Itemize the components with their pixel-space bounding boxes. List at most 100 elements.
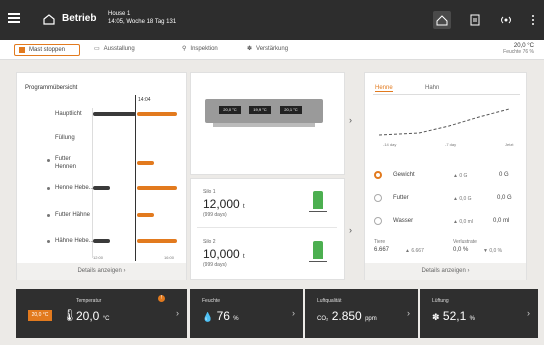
ausstallung-button[interactable]: ▭ Ausstallung bbox=[94, 45, 135, 53]
delta-wasser: ▲ 0,0 ml bbox=[453, 219, 473, 225]
truck-icon: ▭ bbox=[94, 46, 100, 52]
droplet-icon: 💧 bbox=[202, 312, 214, 322]
humidity-value: 💧 76 % bbox=[202, 309, 239, 323]
mortality-value: 0,0 % bbox=[453, 247, 469, 253]
program-overview-panel: Programmübersicht 14:04 Hauptlicht Füllu… bbox=[16, 72, 187, 280]
house-name: House 1 bbox=[108, 11, 131, 17]
row-dot bbox=[47, 214, 50, 217]
verstaerkung-button[interactable]: ✽ Verstärkung bbox=[247, 45, 288, 53]
tab-henne[interactable]: Henne bbox=[375, 85, 393, 92]
delta-futter: ▲ 0,0 G bbox=[453, 196, 472, 202]
weights-details-link[interactable]: Details anzeigen › bbox=[365, 268, 526, 274]
air-quality-label: Luftqualität bbox=[317, 298, 342, 304]
row-dot bbox=[47, 240, 50, 243]
thermometer-icon: 🌡 bbox=[62, 308, 78, 322]
animals-label: Tiere bbox=[374, 239, 386, 245]
value-wasser: 0,0 ml bbox=[493, 218, 510, 224]
animals-value: 6.667 bbox=[374, 247, 390, 253]
bar-futter-hennen bbox=[137, 161, 154, 165]
radio-wasser[interactable] bbox=[374, 217, 382, 225]
mortality-label: Verlustrate bbox=[453, 239, 477, 245]
more-icon[interactable] bbox=[524, 11, 542, 29]
air-quality-value: CO₂ 2.850 ppm bbox=[317, 309, 377, 323]
row-henne-hebe: Henne Hebe... bbox=[55, 185, 94, 191]
silo-chevron-icon[interactable]: › bbox=[349, 225, 352, 235]
program-details-link[interactable]: Details anzeigen › bbox=[17, 268, 186, 274]
scale-readout-1: 20,0 °C bbox=[219, 106, 241, 114]
stop-fattening-button[interactable]: Mast stoppen bbox=[14, 44, 80, 56]
value-gewicht: 0 G bbox=[499, 172, 509, 178]
label-futter: Futter bbox=[393, 195, 409, 201]
time-marker-line bbox=[135, 95, 136, 261]
value-futter: 0,0 G bbox=[497, 195, 512, 201]
page-title: Betrieb bbox=[62, 13, 97, 24]
ventilation-tile[interactable]: Lüftung ✽ 52,1 % › bbox=[420, 289, 538, 338]
chart-axis-0: -14 day bbox=[383, 142, 397, 147]
fan-icon: ✽ bbox=[247, 46, 253, 52]
row-hauptlicht: Hauptlicht bbox=[55, 111, 82, 117]
pin-icon: ⚲ bbox=[182, 46, 187, 52]
silo-2-name: Silo 2 bbox=[203, 239, 216, 245]
fan-icon: ✽ bbox=[432, 312, 440, 322]
temperature-value: 20,0 °C bbox=[76, 309, 110, 323]
house-info: House 1 14:05, Woche 18 Tag 131 bbox=[108, 10, 176, 26]
humidity-tile[interactable]: Feuchte 💧 76 % › bbox=[190, 289, 303, 338]
house-time: 14:05, Woche 18 Tag 131 bbox=[108, 19, 177, 25]
scale-chevron-icon[interactable]: › bbox=[349, 115, 352, 125]
silo-2-icon bbox=[313, 241, 323, 259]
menu-icon[interactable] bbox=[8, 13, 20, 23]
temperature-tile[interactable]: Temperatur 20,0 °C 🌡 20,0 °C ! › bbox=[16, 289, 187, 338]
label-gewicht: Gewicht bbox=[393, 172, 415, 178]
bar-futter-haehne bbox=[137, 213, 154, 217]
silo-panel[interactable]: Silo 1 12,000 t (999 days) Silo 2 10,000… bbox=[190, 178, 345, 280]
row-fuellung: Füllung bbox=[55, 135, 75, 141]
tab-dashboard-icon[interactable] bbox=[433, 11, 451, 29]
mortality-delta: ▼ 0,0 % bbox=[483, 248, 503, 254]
scale-readout-2: 19,9 °C bbox=[249, 106, 271, 114]
inspektion-button[interactable]: ⚲ Inspektion bbox=[182, 45, 218, 53]
temperature-label: Temperatur bbox=[76, 298, 102, 304]
home-icon bbox=[43, 14, 55, 25]
tab-signal-icon[interactable] bbox=[497, 11, 515, 29]
row-futter-haehne: Futter Hähne bbox=[55, 212, 91, 218]
axis-left: 12:00 bbox=[93, 255, 104, 260]
row-dot bbox=[47, 159, 50, 162]
chart-axis-1: -7 day bbox=[445, 142, 457, 147]
action-bar: Mast stoppen ▭ Ausstallung ⚲ Inspektion ✽ V… bbox=[0, 40, 544, 60]
tab-hahn[interactable]: Hahn bbox=[425, 85, 439, 91]
chevron-right-icon: › bbox=[292, 308, 295, 318]
bar-hauptlicht-orange bbox=[137, 112, 177, 116]
time-marker-label: 14:04 bbox=[138, 97, 151, 103]
silo-1-icon bbox=[313, 191, 323, 209]
scale-readout-3: 20,1 °C bbox=[280, 106, 302, 114]
humidity-label: Feuchte bbox=[202, 298, 221, 304]
bar-hauptlicht-dark bbox=[93, 112, 136, 116]
tab-report-icon[interactable] bbox=[466, 11, 484, 29]
chart-axis-2: Jetzt bbox=[505, 142, 514, 147]
air-quality-tile[interactable]: Luftqualität CO₂ 2.850 ppm › bbox=[305, 289, 418, 338]
scale-panel[interactable]: 20,0 °C 19,9 °C 20,1 °C bbox=[190, 72, 345, 175]
axis-right: 16:00 bbox=[164, 255, 175, 260]
silo-2-value: 10,000 t bbox=[203, 247, 245, 261]
chevron-right-icon: › bbox=[176, 308, 179, 318]
bar-haehne-hebe-orange bbox=[137, 239, 177, 243]
weights-panel: Henne Hahn -14 day -7 day Jetzt Gewicht … bbox=[364, 72, 527, 280]
top-bar: Betrieb House 1 14:05, Woche 18 Tag 131 bbox=[0, 0, 544, 40]
warning-icon: ! bbox=[158, 295, 165, 302]
silo-1-days: (999 days) bbox=[203, 212, 227, 218]
radio-gewicht[interactable] bbox=[374, 171, 382, 179]
chevron-right-icon: › bbox=[527, 308, 530, 318]
ventilation-value: ✽ 52,1 % bbox=[432, 309, 475, 323]
row-futter-hennen: Futter Hennen bbox=[55, 156, 77, 170]
stop-icon bbox=[19, 47, 25, 53]
row-haehne-hebe: Hähne Hebe... bbox=[55, 238, 94, 244]
label-wasser: Wasser bbox=[393, 218, 414, 224]
row-dot bbox=[47, 187, 50, 190]
weight-trend-chart bbox=[379, 108, 510, 136]
temperature-badge: 20,0 °C bbox=[28, 310, 52, 321]
radio-futter[interactable] bbox=[374, 194, 382, 202]
program-title: Programmübersicht bbox=[25, 85, 78, 91]
silo-2-days: (999 days) bbox=[203, 262, 227, 268]
ventilation-label: Lüftung bbox=[432, 298, 449, 304]
chevron-right-icon: › bbox=[407, 308, 410, 318]
